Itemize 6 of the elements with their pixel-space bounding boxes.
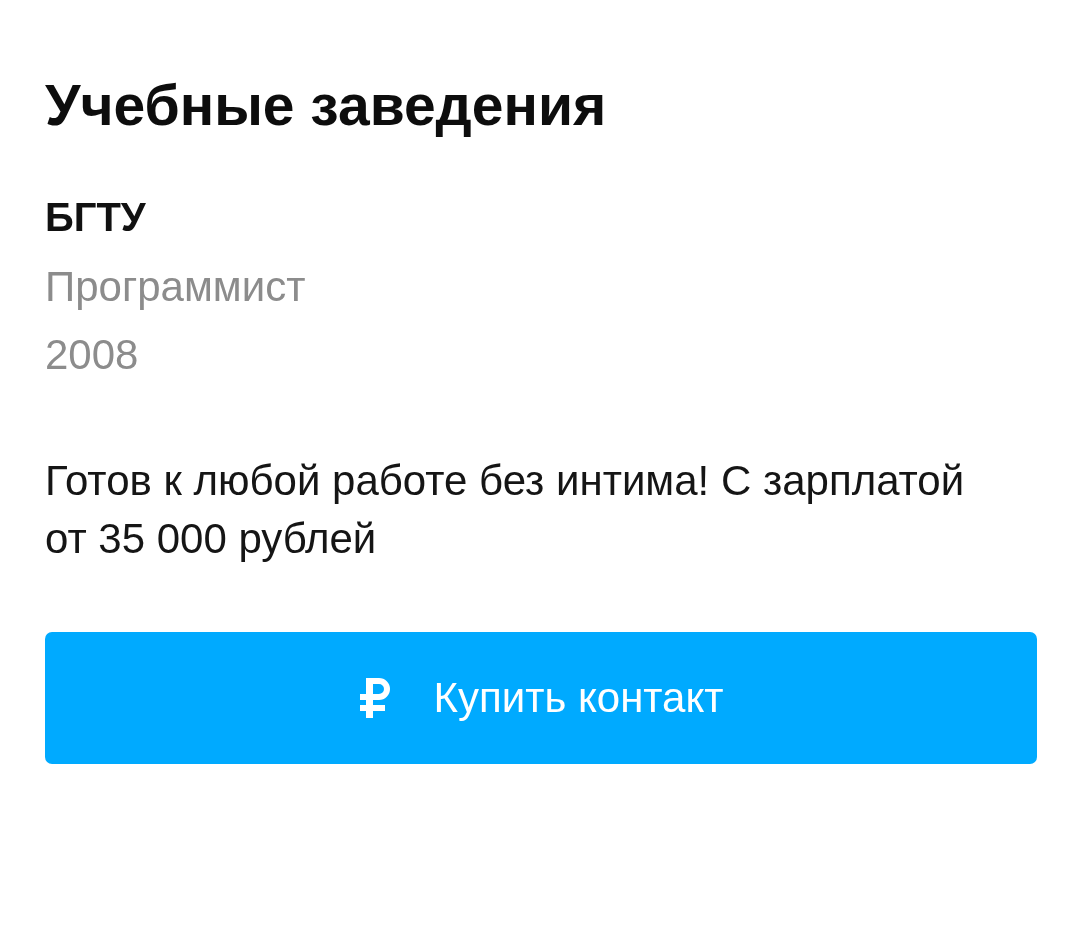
section-title: Учебные заведения (45, 72, 608, 139)
specialty-text: Программист (45, 262, 307, 312)
institution-name: БГТУ (45, 194, 147, 241)
buy-contact-button[interactable]: Купить контакт (45, 632, 1037, 764)
graduation-year: 2008 (45, 330, 140, 380)
about-text: Готов к любой работе без интима! С зарплатой от 35 000 рублей (45, 456, 966, 564)
